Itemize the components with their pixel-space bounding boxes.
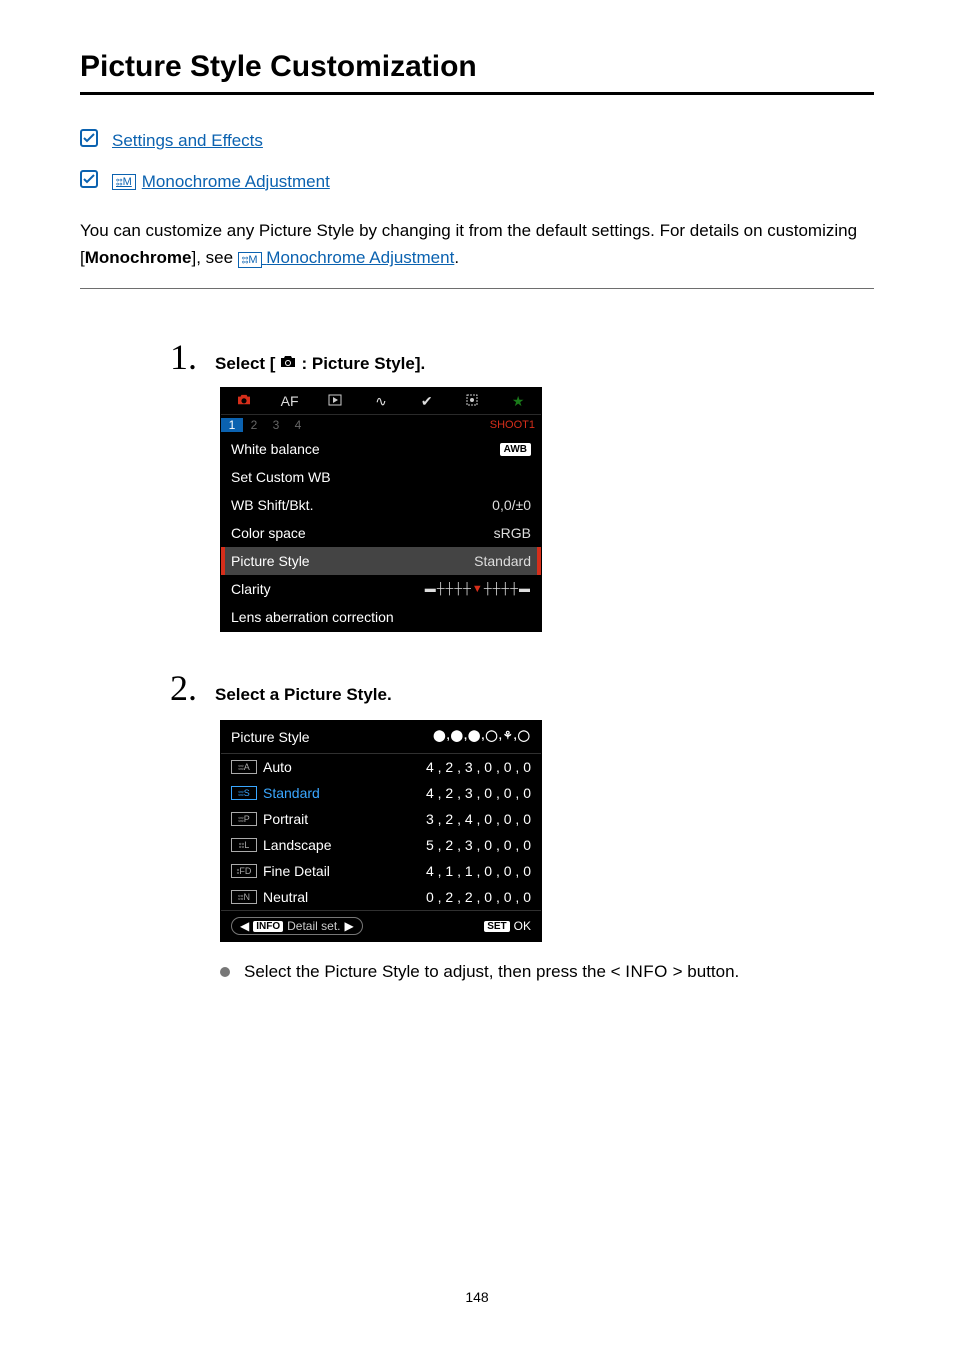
camera-menu-screenshot-1: AF ∿ ✔ ★ 1 2 3 4 SHOO	[220, 387, 542, 632]
style-badge-landscape: ⦂⦂L	[231, 838, 257, 852]
style-badge-finedetail: ⦂FD	[231, 864, 257, 878]
ps-head-icons: ⬤,⬤,⬤,◯,⚘,◯	[433, 729, 531, 745]
intro-paragraph: You can customize any Picture Style by c…	[80, 217, 874, 271]
tab-wrench-icon: ✔	[404, 393, 450, 410]
subtab-1: 1	[221, 418, 243, 432]
style-badge-auto: ⦂⦂A	[231, 760, 257, 774]
monochrome-style-icon-inline: ⦂⦂M	[238, 252, 262, 268]
menu-row-customwb: Set Custom WB	[221, 463, 541, 491]
step-2: 2. Select a Picture Style. Picture Style…	[170, 670, 874, 982]
menu-row-lens: Lens aberration correction	[221, 603, 541, 631]
tab-shoot-icon	[221, 393, 267, 409]
shoot-label: SHOOT1	[490, 419, 541, 431]
checkbox-icon	[80, 129, 98, 152]
step-1-title: Select [ : Picture Style].	[215, 354, 425, 374]
checkbox-icon	[80, 170, 98, 193]
subtab-3: 3	[265, 418, 287, 432]
ps-row-auto: ⦂⦂AAuto 4 , 2 , 3 , 0 , 0 , 0	[221, 754, 541, 780]
page-title: Picture Style Customization	[80, 50, 874, 84]
title-rule	[80, 92, 874, 95]
step-1: 1. Select [ : Picture Style]. AF	[170, 339, 874, 632]
monochrome-style-icon: ⦂⦂M	[112, 174, 136, 190]
step-2-title: Select a Picture Style.	[215, 685, 392, 705]
step-2-instruction: Select the Picture Style to adjust, then…	[220, 962, 874, 982]
toc-item-monochrome: ⦂⦂M Monochrome Adjustment	[80, 170, 874, 193]
menu-row-colorspace: Color space sRGB	[221, 519, 541, 547]
link-settings-effects[interactable]: Settings and Effects	[112, 131, 263, 151]
link-monochrome-adjustment[interactable]: ⦂⦂M Monochrome Adjustment	[112, 172, 330, 192]
link-monochrome-inline[interactable]: ⦂⦂M Monochrome Adjustment	[238, 248, 455, 267]
section-rule	[80, 288, 874, 289]
tab-mymenu-icon: ★	[495, 393, 541, 410]
style-badge-neutral: ⦂⦂N	[231, 890, 257, 904]
ps-row-portrait: ⦂⦂PPortrait 3 , 2 , 4 , 0 , 0 , 0	[221, 806, 541, 832]
subtab-4: 4	[287, 418, 309, 432]
subtab-2: 2	[243, 418, 265, 432]
link-monochrome-label: Monochrome Adjustment	[142, 172, 330, 192]
style-badge-standard: ⦂⦂S	[231, 786, 257, 800]
menu-row-wbshift: WB Shift/Bkt. 0,0/±0	[221, 491, 541, 519]
step-1-number: 1.	[170, 339, 197, 375]
chevron-left-icon: ◀	[240, 919, 249, 933]
step-2-number: 2.	[170, 670, 197, 706]
ps-row-finedetail: ⦂FDFine Detail 4 , 1 , 1 , 0 , 0 , 0	[221, 858, 541, 884]
awb-badge: AWB	[500, 443, 531, 456]
menu-row-picture-style: Picture Style Standard	[221, 547, 541, 575]
tab-cfn-icon	[450, 393, 496, 410]
ps-row-neutral: ⦂⦂NNeutral 0 , 2 , 2 , 0 , 0 , 0	[221, 884, 541, 910]
set-ok-button: SET OK	[484, 919, 531, 933]
ps-row-landscape: ⦂⦂LLandscape 5 , 2 , 3 , 0 , 0 , 0	[221, 832, 541, 858]
info-button-label: INFO	[625, 962, 668, 981]
menu-row-clarity: Clarity ▬┼┼┼┼▼┼┼┼┼▬	[221, 575, 541, 603]
bullet-icon	[220, 967, 230, 977]
page-number: 148	[0, 1289, 954, 1305]
tab-playback-icon	[312, 393, 358, 409]
clarity-slider-icon: ▬┼┼┼┼▼┼┼┼┼▬	[425, 583, 531, 595]
detail-set-button: ◀ INFO Detail set. ▶	[231, 917, 363, 935]
tab-af: AF	[267, 393, 313, 409]
camera-menu-screenshot-2: Picture Style ⬤,⬤,⬤,◯,⚘,◯ ⦂⦂AAuto 4 , 2 …	[220, 720, 542, 942]
style-badge-portrait: ⦂⦂P	[231, 812, 257, 826]
chevron-right-icon: ▶	[344, 919, 353, 933]
tab-network-icon: ∿	[358, 393, 404, 410]
ps-head-label: Picture Style	[231, 729, 310, 745]
menu-row-wb: White balance AWB	[221, 435, 541, 463]
toc-item-settings: Settings and Effects	[80, 129, 874, 152]
ps-row-standard: ⦂⦂SStandard 4 , 2 , 3 , 0 , 0 , 0	[221, 780, 541, 806]
camera-icon	[279, 354, 297, 374]
